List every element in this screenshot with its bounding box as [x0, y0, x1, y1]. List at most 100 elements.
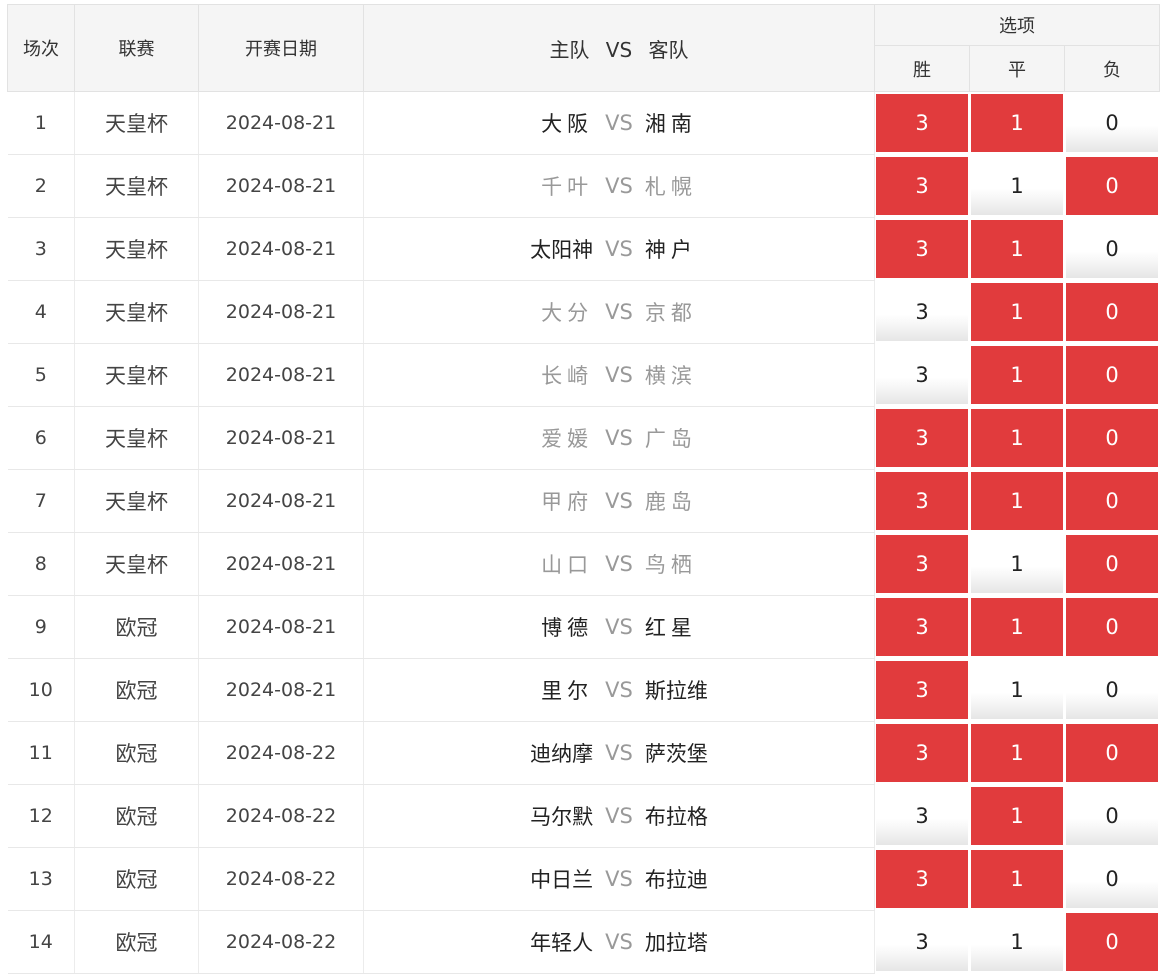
- option-win-button[interactable]: 3: [876, 346, 968, 404]
- away-team: 横滨: [644, 364, 697, 388]
- row-match: 中日兰 VS 布拉迪: [363, 847, 875, 911]
- row-league: 欧冠: [74, 847, 199, 911]
- vs-label: VS: [605, 426, 633, 450]
- vs-label: VS: [605, 615, 633, 639]
- option-win-button[interactable]: 3: [876, 661, 968, 719]
- option-lose-button[interactable]: 0: [1066, 409, 1159, 467]
- row-idx: 10: [7, 658, 75, 722]
- row-idx: 8: [7, 532, 75, 596]
- row-idx: 5: [7, 343, 75, 407]
- option-win-button[interactable]: 3: [876, 598, 968, 656]
- option-win-button[interactable]: 3: [876, 157, 968, 215]
- row-league: 天皇杯: [74, 469, 199, 533]
- row-league: 天皇杯: [74, 532, 199, 596]
- vs-label: VS: [605, 300, 633, 324]
- option-win-button[interactable]: 3: [876, 472, 968, 530]
- vs-label: VS: [605, 489, 633, 513]
- option-draw-button[interactable]: 1: [971, 850, 1063, 908]
- option-lose-button[interactable]: 0: [1066, 220, 1159, 278]
- header-lose: 负: [1063, 45, 1161, 92]
- row-idx: 12: [7, 784, 75, 848]
- header-draw: 平: [969, 45, 1065, 92]
- vs-label: VS: [605, 237, 633, 261]
- table-body: 1 天皇杯 2024-08-21 大阪 VS 湘南 3 1 0 2 天皇杯 2024-08-21 千叶 V…: [7, 91, 1161, 974]
- option-draw-button[interactable]: 1: [971, 94, 1063, 152]
- option-draw-button[interactable]: 1: [971, 661, 1063, 719]
- option-draw-button[interactable]: 1: [971, 913, 1063, 971]
- match-table: 场次 联赛 开赛日期 主队 VS 客队 选项 胜 平 负 1 天皇杯 2024-08…: [7, 3, 1161, 974]
- option-lose-button[interactable]: 0: [1066, 346, 1159, 404]
- row-idx: 14: [7, 910, 75, 974]
- option-win-button[interactable]: 3: [876, 283, 968, 341]
- row-idx: 4: [7, 280, 75, 344]
- lottery-table-container: 场次 联赛 开赛日期 主队 VS 客队 选项 胜 平 负 1 天皇杯 2024-08…: [7, 3, 1161, 974]
- vs-label: VS: [605, 804, 633, 828]
- vs-label: VS: [605, 930, 633, 954]
- table-row: 10 欧冠 2024-08-21 里尔 VS 斯拉维 3 1 0: [7, 658, 1161, 722]
- option-lose-button[interactable]: 0: [1066, 598, 1159, 656]
- option-lose-button[interactable]: 0: [1066, 283, 1159, 341]
- row-match: 爱媛 VS 广岛: [363, 406, 875, 470]
- option-win-button[interactable]: 3: [876, 913, 968, 971]
- home-team: 山口: [541, 553, 594, 577]
- row-league: 欧冠: [74, 595, 199, 659]
- option-win-button[interactable]: 3: [876, 94, 968, 152]
- home-team: 太阳神: [530, 238, 594, 262]
- option-lose-button[interactable]: 0: [1066, 913, 1159, 971]
- vs-label: VS: [605, 363, 633, 387]
- option-lose-button[interactable]: 0: [1066, 661, 1159, 719]
- option-lose-button[interactable]: 0: [1066, 724, 1159, 782]
- row-date: 2024-08-21: [198, 532, 364, 596]
- row-idx: 11: [7, 721, 75, 785]
- row-idx: 9: [7, 595, 75, 659]
- option-win-button[interactable]: 3: [876, 787, 968, 845]
- home-team: 里尔: [541, 679, 594, 703]
- table-row: 14 欧冠 2024-08-22 年轻人 VS 加拉塔 3 1 0: [7, 910, 1161, 974]
- option-draw-button[interactable]: 1: [971, 598, 1063, 656]
- header-match: 主队 VS 客队: [363, 4, 875, 92]
- option-draw-button[interactable]: 1: [971, 283, 1063, 341]
- table-row: 7 天皇杯 2024-08-21 甲府 VS 鹿岛 3 1 0: [7, 469, 1161, 533]
- option-draw-button[interactable]: 1: [971, 157, 1063, 215]
- table-row: 9 欧冠 2024-08-21 博德 VS 红星 3 1 0: [7, 595, 1161, 659]
- away-team: 鹿岛: [644, 490, 697, 514]
- row-date: 2024-08-21: [198, 280, 364, 344]
- option-draw-button[interactable]: 1: [971, 787, 1063, 845]
- vs-label: VS: [605, 552, 633, 576]
- row-date: 2024-08-22: [198, 721, 364, 785]
- option-lose-button[interactable]: 0: [1066, 535, 1159, 593]
- option-draw-button[interactable]: 1: [971, 409, 1063, 467]
- table-row: 11 欧冠 2024-08-22 迪纳摩 VS 萨茨堡 3 1 0: [7, 721, 1161, 785]
- option-win-button[interactable]: 3: [876, 724, 968, 782]
- option-draw-button[interactable]: 1: [971, 220, 1063, 278]
- row-league: 天皇杯: [74, 154, 199, 218]
- row-match: 甲府 VS 鹿岛: [363, 469, 875, 533]
- option-lose-button[interactable]: 0: [1066, 850, 1159, 908]
- row-date: 2024-08-21: [198, 343, 364, 407]
- option-lose-button[interactable]: 0: [1066, 472, 1159, 530]
- home-team: 大分: [541, 301, 594, 325]
- header-vs: VS: [605, 37, 633, 62]
- row-match: 太阳神 VS 神户: [363, 217, 875, 281]
- home-team: 中日兰: [530, 868, 594, 892]
- vs-label: VS: [605, 174, 633, 198]
- option-win-button[interactable]: 3: [876, 850, 968, 908]
- header-home: 主队: [549, 37, 590, 62]
- option-lose-button[interactable]: 0: [1066, 787, 1159, 845]
- row-match: 年轻人 VS 加拉塔: [363, 910, 875, 974]
- option-draw-button[interactable]: 1: [971, 346, 1063, 404]
- option-win-button[interactable]: 3: [876, 535, 968, 593]
- row-date: 2024-08-21: [198, 91, 364, 155]
- option-win-button[interactable]: 3: [876, 220, 968, 278]
- option-draw-button[interactable]: 1: [971, 535, 1063, 593]
- option-lose-button[interactable]: 0: [1066, 157, 1159, 215]
- option-win-button[interactable]: 3: [876, 409, 968, 467]
- option-lose-button[interactable]: 0: [1066, 94, 1159, 152]
- option-draw-button[interactable]: 1: [971, 472, 1063, 530]
- option-draw-button[interactable]: 1: [971, 724, 1063, 782]
- home-team: 迪纳摩: [530, 742, 594, 766]
- row-date: 2024-08-21: [198, 217, 364, 281]
- home-team: 大阪: [541, 112, 594, 136]
- table-row: 3 天皇杯 2024-08-21 太阳神 VS 神户 3 1 0: [7, 217, 1161, 281]
- header-win: 胜: [874, 45, 970, 92]
